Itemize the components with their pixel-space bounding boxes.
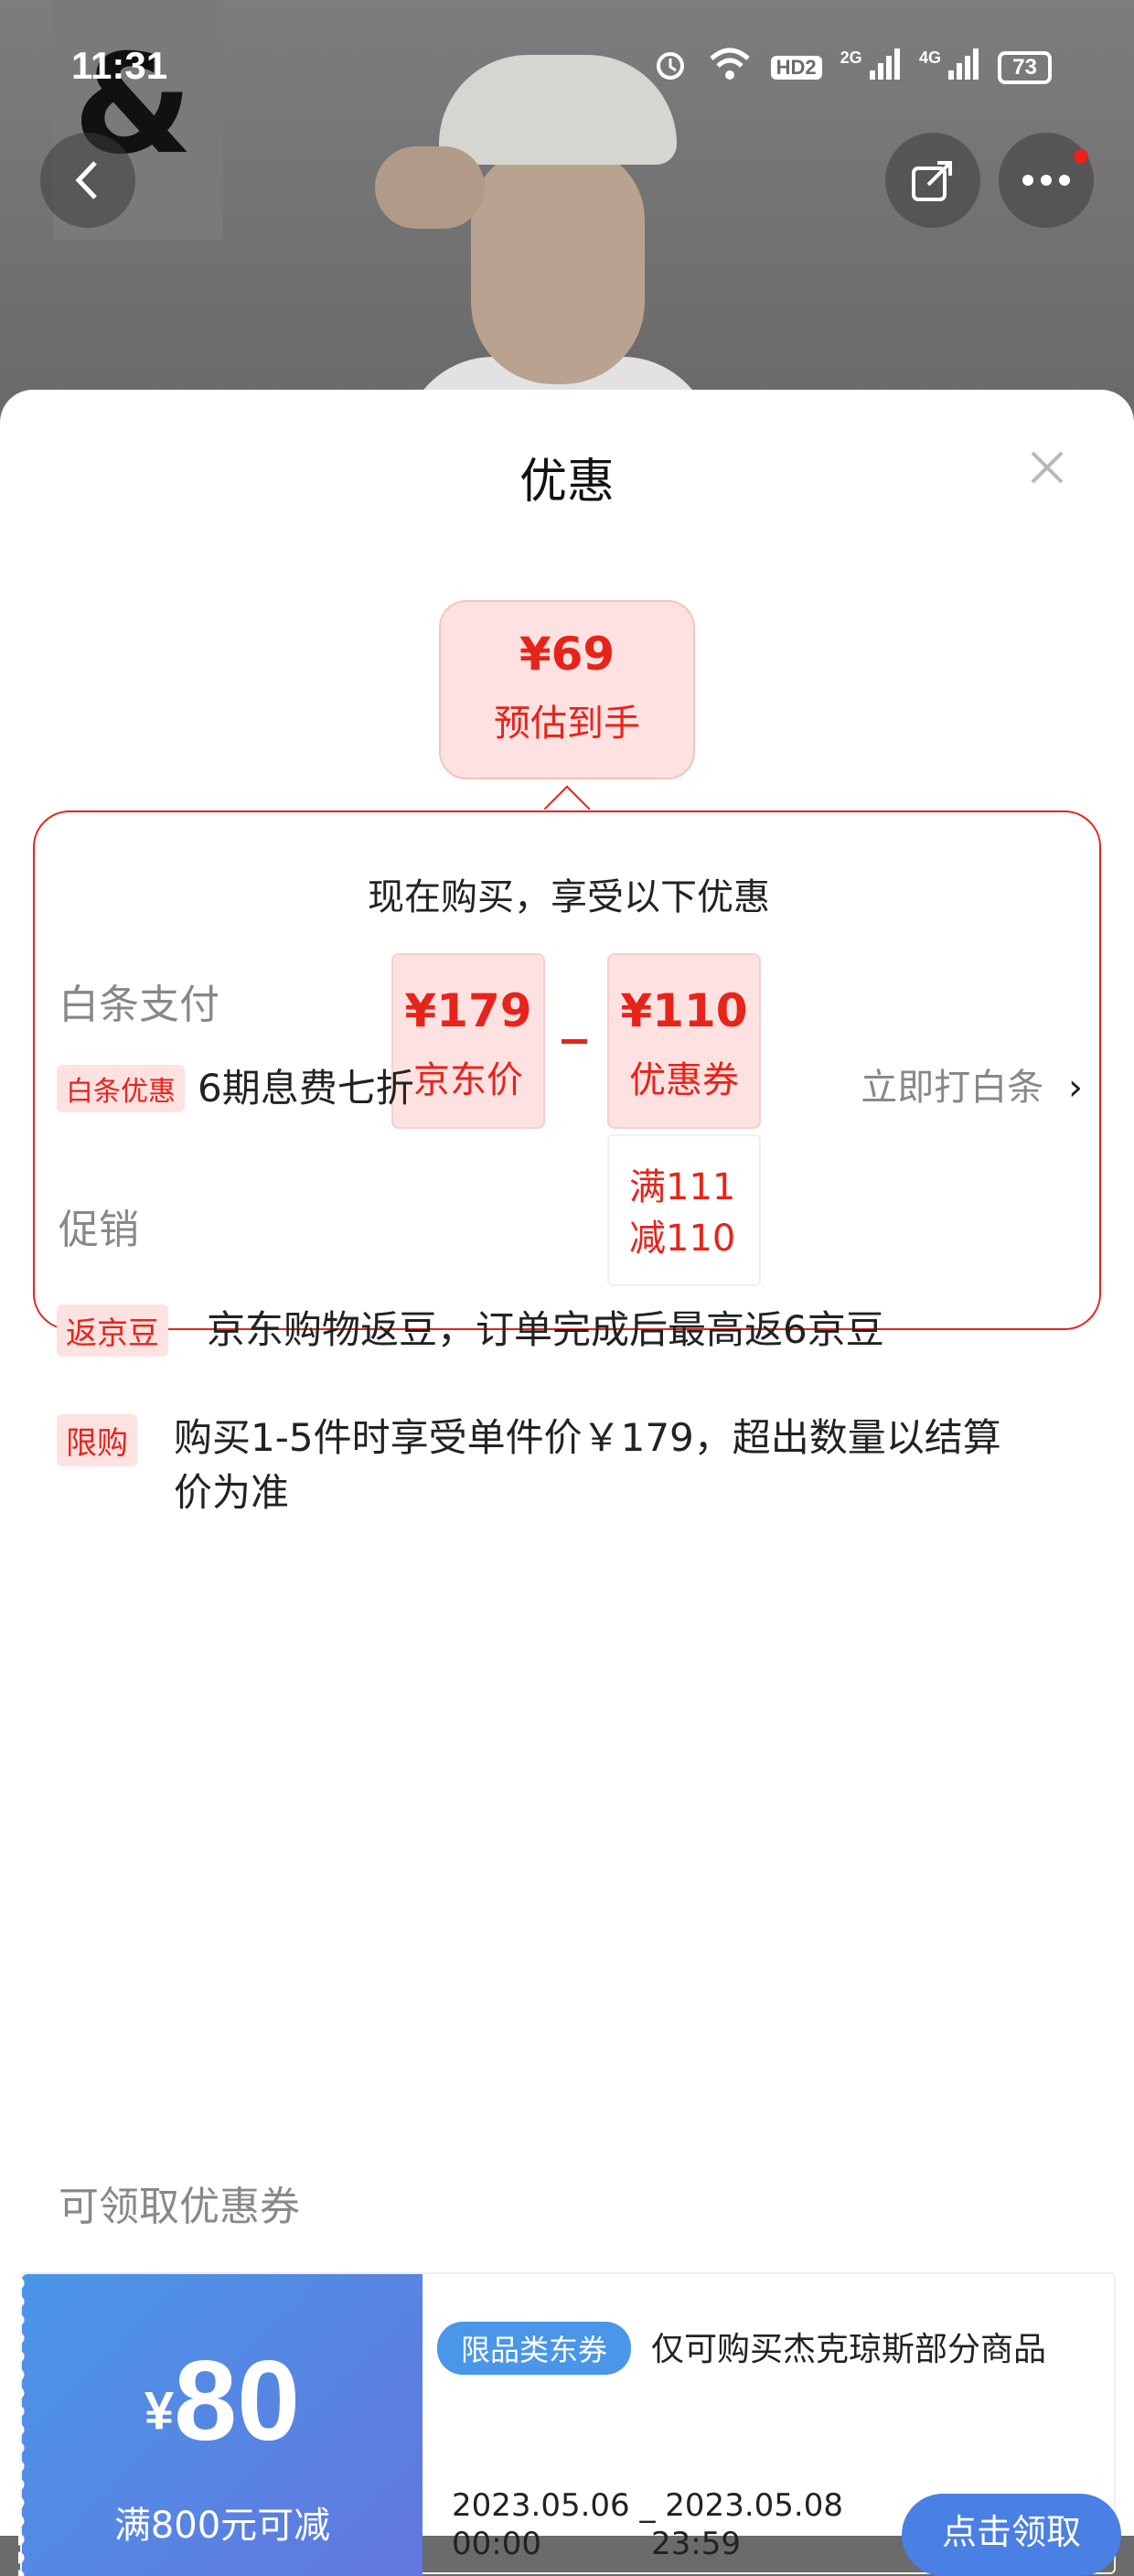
coupon-amount-panel: ¥80 满800元可减 <box>18 2274 423 2576</box>
baitiao-link-label: 立即打白条 <box>861 1067 1044 1109</box>
hd-badge: HD2 <box>770 56 822 80</box>
chevron-right-icon: › <box>1068 1067 1083 1109</box>
close-icon <box>1031 451 1064 484</box>
coupon-time-range: 00:00 23:59 <box>452 2526 741 2562</box>
status-bar: 11:31 HD2 2G 4G 73 <box>0 0 1134 137</box>
condition-line-2: 减110 <box>629 1218 736 1260</box>
baitiao-link[interactable]: 立即打白条 › <box>861 1057 1083 1111</box>
sheet-title: 优惠 <box>519 455 615 510</box>
notification-dot <box>1074 149 1088 164</box>
battery-icon: 73 <box>998 51 1052 84</box>
coupons-section-title: 可领取优惠券 <box>59 2184 300 2230</box>
baitiao-offer-text: 6期息费七折 <box>198 1066 414 1111</box>
alarm-icon <box>652 46 689 90</box>
jd-price-box: ¥179 京东价 <box>391 953 545 1129</box>
coupon-amount-value: 80 <box>174 2338 301 2464</box>
signal-icon-4g: 4G <box>919 48 979 87</box>
close-button[interactable] <box>1015 435 1079 499</box>
signal-icon-2g: 2G <box>840 48 901 87</box>
promo-limit-line-2: 价为准 <box>174 1470 290 1515</box>
chevron-left-icon <box>75 161 97 199</box>
promo-limit-line-1: 购买1-5件时享受单件价￥179，超出数量以结算 <box>174 1415 1001 1460</box>
coupon-condition: 满800元可减 <box>113 2505 331 2547</box>
estimated-price-box: ¥69 预估到手 <box>439 600 695 779</box>
jd-price-label: 京东价 <box>413 1059 523 1101</box>
promo-limit-text: 购买1-5件时享受单件价￥179，超出数量以结算 价为准 <box>174 1411 1001 1520</box>
more-button[interactable] <box>999 133 1094 228</box>
baitiao-tag: 白条优惠 <box>57 1065 185 1112</box>
share-button[interactable] <box>885 133 980 228</box>
status-time: 11:31 <box>71 44 168 87</box>
estimated-price-label: 预估到手 <box>494 703 640 745</box>
claim-coupon-button[interactable]: 点击领取 <box>902 2494 1121 2576</box>
coupon-condition-box: 满111 减110 <box>607 1134 761 1286</box>
more-dots-icon <box>1022 175 1070 186</box>
promo-tag-limit: 限购 <box>57 1414 137 1466</box>
wifi-icon <box>707 46 753 90</box>
coupon-value: ¥110 <box>620 984 748 1037</box>
baitiao-section-title: 白条支付 <box>59 982 219 1028</box>
coupon-type-badge: 限品类东券 <box>437 2322 632 2375</box>
back-button[interactable] <box>40 133 135 228</box>
share-icon <box>912 161 952 201</box>
jd-price: ¥179 <box>404 984 532 1037</box>
promo-section-title: 促销 <box>59 1207 139 1253</box>
minus-sign <box>562 1039 587 1044</box>
coupon-card: ¥80 满800元可减 仅可购买杰克琼斯部分商品 限品类东券 2023.05.0… <box>18 2272 1121 2576</box>
coupon-date-range: 2023.05.06 _ 2023.05.08 <box>452 2487 843 2524</box>
coupon-amount: ¥80 <box>22 2336 423 2466</box>
coupon-value-box: ¥110 优惠券 <box>607 953 761 1129</box>
coupon-currency: ¥ <box>144 2381 175 2441</box>
status-icons: HD2 2G 4G 73 <box>652 46 1052 90</box>
promo-beans-text: 京东购物返豆，订单完成后最高返6京豆 <box>207 1307 884 1352</box>
promo-tag-beans: 返京豆 <box>57 1304 168 1357</box>
breakdown-heading: 现在购买，享受以下优惠 <box>368 876 770 918</box>
discount-sheet: 优惠 ¥69 预估到手 现在购买，享受以下优惠 ¥179 京东价 ¥110 优惠… <box>0 390 1134 2536</box>
condition-line-1: 满111 <box>629 1166 736 1208</box>
coupon-value-label: 优惠券 <box>629 1059 739 1101</box>
coupon-validity: 2023.05.06 _ 2023.05.08 00:00 23:59 <box>452 2486 843 2563</box>
estimated-price: ¥69 <box>519 628 615 681</box>
